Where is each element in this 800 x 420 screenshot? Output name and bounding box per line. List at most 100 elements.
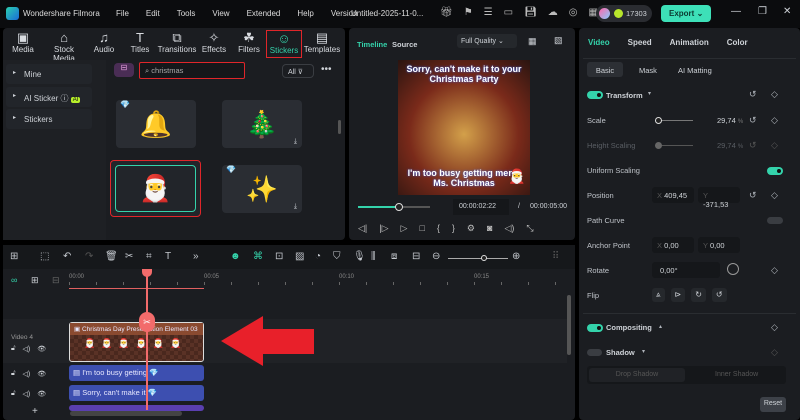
- keyframe-icon[interactable]: ◇: [771, 89, 778, 100]
- snapshot-icon[interactable]: ▧: [554, 35, 563, 46]
- path-curve-toggle[interactable]: [767, 217, 783, 224]
- zoom-slider[interactable]: [448, 255, 508, 261]
- menu-edit[interactable]: Edit: [146, 9, 160, 18]
- speaker-icon[interactable]: ◁): [23, 370, 31, 378]
- text-clip[interactable]: ▤ Sorry, can't make it 💎: [69, 385, 204, 401]
- expand-icon[interactable]: ▴: [659, 323, 662, 330]
- track-settings-icon[interactable]: ⠿: [552, 251, 559, 262]
- transform-toggle[interactable]: [587, 91, 603, 99]
- rotate-right-icon[interactable]: ↻: [691, 288, 706, 302]
- scale-value[interactable]: 29,74 %: [717, 116, 743, 125]
- tab-stickers[interactable]: ☺ Stickers: [266, 30, 302, 58]
- tab-templates[interactable]: ▤ Templates: [302, 30, 342, 54]
- group-icon[interactable]: ⊞: [31, 275, 39, 286]
- subtab-basic[interactable]: Basic: [587, 62, 623, 77]
- lock-icon[interactable]: 🔓︎: [11, 390, 16, 398]
- layout-grid-icon[interactable]: ⊞: [10, 251, 18, 262]
- menu-help[interactable]: Help: [297, 9, 313, 18]
- flip-horizontal-icon[interactable]: ⩓: [652, 288, 665, 302]
- santa-sticker[interactable]: 🎅: [508, 168, 525, 185]
- tab-speed[interactable]: Speed: [628, 38, 652, 47]
- prev-frame-icon[interactable]: ◁|: [358, 223, 367, 234]
- speed-icon[interactable]: ◔: [315, 251, 321, 262]
- speaker-icon[interactable]: ◁): [23, 345, 31, 353]
- scrollbar[interactable]: [338, 120, 341, 134]
- export-button[interactable]: Export ⌄: [661, 5, 711, 22]
- text-icon[interactable]: T: [165, 251, 171, 262]
- render-settings-icon[interactable]: ⚙: [467, 223, 475, 234]
- mark-in-icon[interactable]: {: [437, 223, 440, 234]
- minimize-button[interactable]: —: [731, 6, 741, 17]
- keyframe-icon[interactable]: ◇: [771, 190, 778, 201]
- mark-out-icon[interactable]: }: [452, 223, 455, 234]
- undo-icon[interactable]: ↶: [63, 251, 71, 262]
- marker-icon[interactable]: ⊡: [275, 251, 283, 262]
- eye-icon[interactable]: 👁︎: [37, 370, 46, 378]
- ai-assistant-icon[interactable]: ☻: [230, 251, 241, 262]
- search-input[interactable]: ⌕ christmas: [139, 62, 245, 79]
- video-preview[interactable]: Sorry, can't make it to your Christmas P…: [398, 60, 530, 195]
- next-frame-icon[interactable]: |▷: [379, 223, 388, 234]
- menu-extended[interactable]: Extended: [247, 9, 281, 18]
- tab-video[interactable]: Video: [588, 38, 610, 47]
- speaker-icon[interactable]: ◁): [23, 390, 31, 398]
- close-button[interactable]: ✕: [783, 6, 791, 17]
- quality-dropdown[interactable]: Full Quality ⌄: [457, 34, 517, 48]
- reset-button[interactable]: Reset: [760, 397, 786, 412]
- keyframe-icon[interactable]: ◇: [771, 265, 778, 276]
- add-track-icon[interactable]: +: [32, 406, 38, 417]
- tab-audio[interactable]: ♫ Audio: [85, 30, 123, 54]
- fit-icon[interactable]: ⊟: [412, 251, 420, 262]
- delete-icon[interactable]: 🗑︎: [105, 251, 118, 262]
- eye-icon[interactable]: 👁︎: [37, 390, 46, 398]
- reset-icon[interactable]: ↺: [749, 115, 757, 126]
- compositing-toggle[interactable]: [587, 324, 603, 332]
- feedback-icon[interactable]: ⚑: [464, 7, 473, 18]
- tab-media[interactable]: ▣ Media: [3, 30, 43, 54]
- layout-icon[interactable]: ▭: [504, 7, 513, 18]
- tab-animation[interactable]: Animation: [670, 38, 709, 47]
- tab-transitions[interactable]: ⧉ Transitions: [157, 30, 197, 54]
- sidebar-item-stickers[interactable]: ▸ Stickers: [6, 109, 92, 129]
- uniform-scaling-toggle[interactable]: [767, 167, 783, 175]
- snap-icon[interactable]: ⌘: [253, 251, 263, 262]
- rotate-dial[interactable]: [727, 263, 739, 275]
- tab-filters[interactable]: ☘ Filters: [229, 30, 269, 54]
- restore-button[interactable]: ❐: [758, 6, 767, 17]
- sticker-clip[interactable]: ▣ Christmas Day Presentation Element 03 …: [69, 322, 204, 362]
- sticker-tree[interactable]: ✨ 💎 ⤓: [222, 165, 302, 213]
- task-icon[interactable]: ☰: [484, 7, 493, 18]
- select-tool-icon[interactable]: ⬚: [40, 251, 49, 262]
- playhead[interactable]: ✂: [139, 269, 155, 410]
- tab-stock-media[interactable]: ⌂ Stock Media: [44, 30, 84, 63]
- reset-icon[interactable]: ↺: [749, 89, 757, 100]
- link-icon[interactable]: ∞: [11, 275, 17, 285]
- flip-vertical-icon[interactable]: ⊳: [670, 288, 686, 302]
- ungroup-icon[interactable]: ⊟: [52, 275, 60, 286]
- sticker-type-button[interactable]: ⊟: [114, 63, 134, 77]
- menu-tools[interactable]: Tools: [177, 9, 196, 18]
- tab-source[interactable]: Source: [392, 40, 417, 49]
- mixer-icon[interactable]: ⫼: [371, 251, 376, 262]
- play-icon[interactable]: ▷: [401, 223, 408, 234]
- stop-icon[interactable]: □: [419, 223, 424, 234]
- lock-icon[interactable]: 🔓︎: [11, 345, 16, 353]
- more-tools-icon[interactable]: »: [193, 251, 199, 262]
- support-icon[interactable]: ◎: [569, 7, 578, 18]
- rotate-input[interactable]: 0,00°: [652, 262, 720, 278]
- zoom-in-icon[interactable]: ⊕: [512, 251, 520, 262]
- replace-icon[interactable]: ⧈: [391, 251, 397, 262]
- collapse-icon[interactable]: ▾: [648, 90, 651, 97]
- more-icon[interactable]: •••: [321, 64, 332, 75]
- tab-color[interactable]: Color: [727, 38, 748, 47]
- fullscreen-icon[interactable]: ⤡: [526, 223, 533, 234]
- shadow-toggle[interactable]: [587, 349, 602, 356]
- menu-file[interactable]: File: [116, 9, 129, 18]
- menu-view[interactable]: View: [212, 9, 229, 18]
- cloud-icon[interactable]: ☁: [548, 7, 558, 18]
- timeline-vscroll[interactable]: [567, 295, 571, 355]
- eye-icon[interactable]: 👁︎: [37, 345, 46, 353]
- keyframe-icon[interactable]: ◇: [771, 115, 778, 126]
- text-clip[interactable]: ▤ I'm too busy getting 💎: [69, 365, 204, 381]
- volume-icon[interactable]: ◁): [504, 223, 514, 234]
